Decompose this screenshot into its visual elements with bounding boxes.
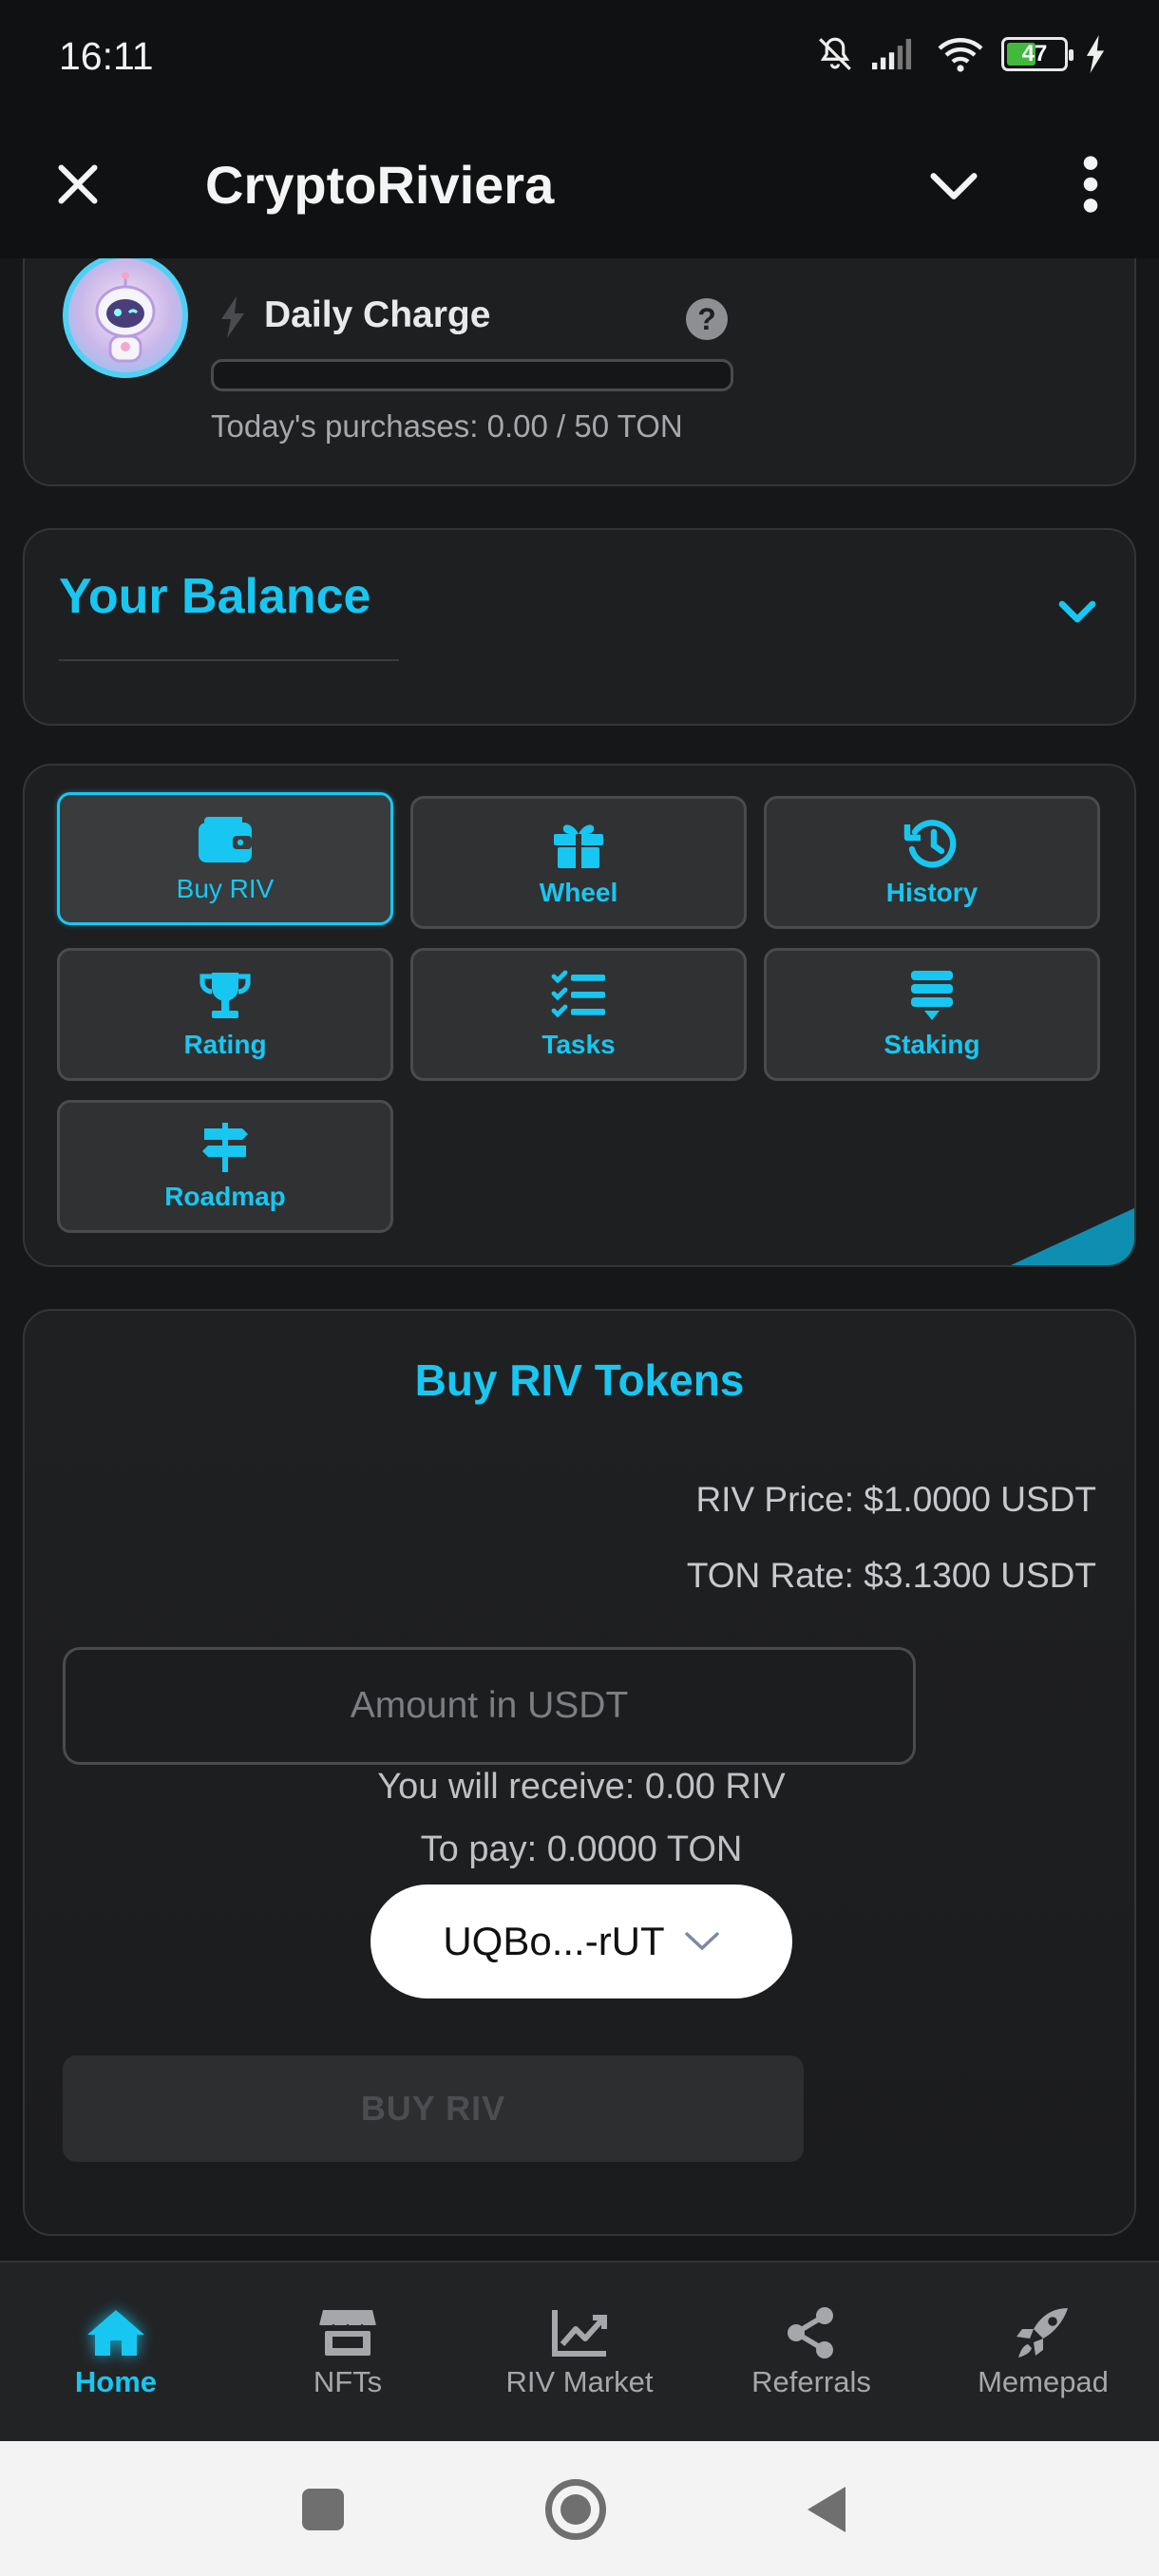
tile-label: Wheel: [539, 878, 618, 907]
nav-label: Home: [74, 2365, 158, 2398]
wallet-address: UQBo...-rUT: [443, 1919, 665, 1963]
nav-home[interactable]: Home: [0, 2263, 232, 2443]
tile-staking[interactable]: Staking: [764, 948, 1100, 1081]
trophy-icon: [200, 973, 251, 1018]
nav-label: Referrals: [751, 2365, 871, 2398]
signal-icon: [872, 38, 912, 70]
help-icon[interactable]: ?: [686, 298, 728, 340]
staking-layers-icon: [911, 971, 953, 1020]
tile-label: Roadmap: [164, 1182, 286, 1211]
tile-history[interactable]: History: [764, 796, 1100, 929]
nav-riv-market[interactable]: RIV Market: [464, 2263, 695, 2443]
chevron-down-icon[interactable]: [923, 156, 984, 217]
avatar[interactable]: [63, 258, 188, 378]
robot-mascot-icon: [95, 272, 156, 363]
system-nav-bar: [0, 2441, 1159, 2576]
wallet-icon: [199, 817, 252, 862]
store-icon: [318, 2310, 377, 2356]
buy-riv-button[interactable]: BUY RIV: [63, 2055, 804, 2162]
status-time: 16:11: [59, 34, 154, 78]
home-button[interactable]: [545, 2479, 606, 2540]
charging-bolt-icon: [1086, 35, 1105, 73]
chevron-down-icon[interactable]: [1054, 593, 1100, 631]
tile-rating[interactable]: Rating: [57, 948, 393, 1081]
chevron-down-icon: [684, 1932, 719, 1951]
back-button[interactable]: [806, 2485, 849, 2534]
tile-label: Tasks: [542, 1030, 616, 1059]
tile-label: Staking: [884, 1030, 980, 1059]
nav-label: RIV Market: [505, 2365, 654, 2398]
app-title: CryptoRiviera: [205, 155, 555, 215]
daily-charge-title: Daily Charge: [264, 294, 491, 335]
amount-input[interactable]: [63, 1647, 916, 1765]
nav-label: Memepad: [978, 2365, 1109, 2398]
balance-card[interactable]: Your Balance: [23, 528, 1136, 726]
home-icon: [87, 2310, 144, 2356]
balance-title: Your Balance: [59, 569, 371, 624]
wallet-selector-button[interactable]: UQBo...-rUT: [370, 1885, 792, 1998]
tile-label: Buy RIV: [176, 874, 275, 903]
daily-purchases-text: Today's purchases: 0.00 / 50 TON: [211, 408, 683, 444]
daily-charge-progress: [211, 359, 733, 391]
nav-referrals[interactable]: Referrals: [695, 2263, 927, 2443]
mute-bell-icon: [819, 37, 851, 70]
wifi-icon: [938, 38, 983, 72]
recent-apps-button[interactable]: [302, 2489, 344, 2530]
nav-nfts[interactable]: NFTs: [232, 2263, 464, 2443]
more-vertical-icon[interactable]: [1064, 152, 1117, 217]
tile-roadmap[interactable]: Roadmap: [57, 1100, 393, 1233]
battery-level: 47: [1021, 41, 1048, 66]
ton-rate: TON Rate: $3.1300 USDT: [686, 1556, 1096, 1595]
nav-memepad[interactable]: Memepad: [927, 2263, 1159, 2443]
tile-tasks[interactable]: Tasks: [410, 948, 747, 1081]
buy-title: Buy RIV Tokens: [414, 1355, 745, 1405]
tile-label: Rating: [183, 1030, 267, 1059]
tile-label: History: [885, 878, 978, 907]
close-icon[interactable]: [49, 156, 106, 213]
daily-charge-card: Daily Charge ? Today's purchases: 0.00 /…: [23, 258, 1136, 486]
balance-divider: [59, 659, 399, 661]
riv-price: RIV Price: $1.0000 USDT: [695, 1480, 1096, 1519]
action-grid-card: Buy RIV Wheel History Rating Tasks Staki…: [23, 764, 1136, 1267]
status-icons: 47: [815, 34, 1106, 74]
receive-text: You will receive: 0.00 RIV: [377, 1767, 786, 1807]
pay-text: To pay: 0.0000 TON: [420, 1829, 743, 1869]
tile-buy-riv[interactable]: Buy RIV: [57, 792, 393, 925]
nav-label: NFTs: [313, 2365, 383, 2398]
status-bar: 16:11 47: [0, 0, 1159, 118]
signpost-icon: [202, 1123, 248, 1172]
buy-riv-card: Buy RIV Tokens RIV Price: $1.0000 USDT T…: [23, 1309, 1136, 2236]
share-icon: [788, 2307, 833, 2358]
lightning-icon: [221, 296, 244, 338]
gift-icon: [554, 824, 603, 868]
chart-line-icon: [552, 2310, 607, 2357]
bottom-nav: Home NFTs RIV Market Referrals Memepad: [0, 2261, 1159, 2441]
tile-wheel[interactable]: Wheel: [410, 796, 747, 929]
main-content[interactable]: Daily Charge ? Today's purchases: 0.00 /…: [0, 258, 1159, 2261]
rocket-icon: [1016, 2308, 1068, 2358]
corner-decoration: [1011, 1208, 1134, 1265]
tasks-list-icon: [551, 970, 605, 1018]
history-icon: [903, 820, 957, 868]
battery-icon: 47: [1001, 37, 1074, 71]
app-bar: CryptoRiviera: [0, 118, 1159, 258]
